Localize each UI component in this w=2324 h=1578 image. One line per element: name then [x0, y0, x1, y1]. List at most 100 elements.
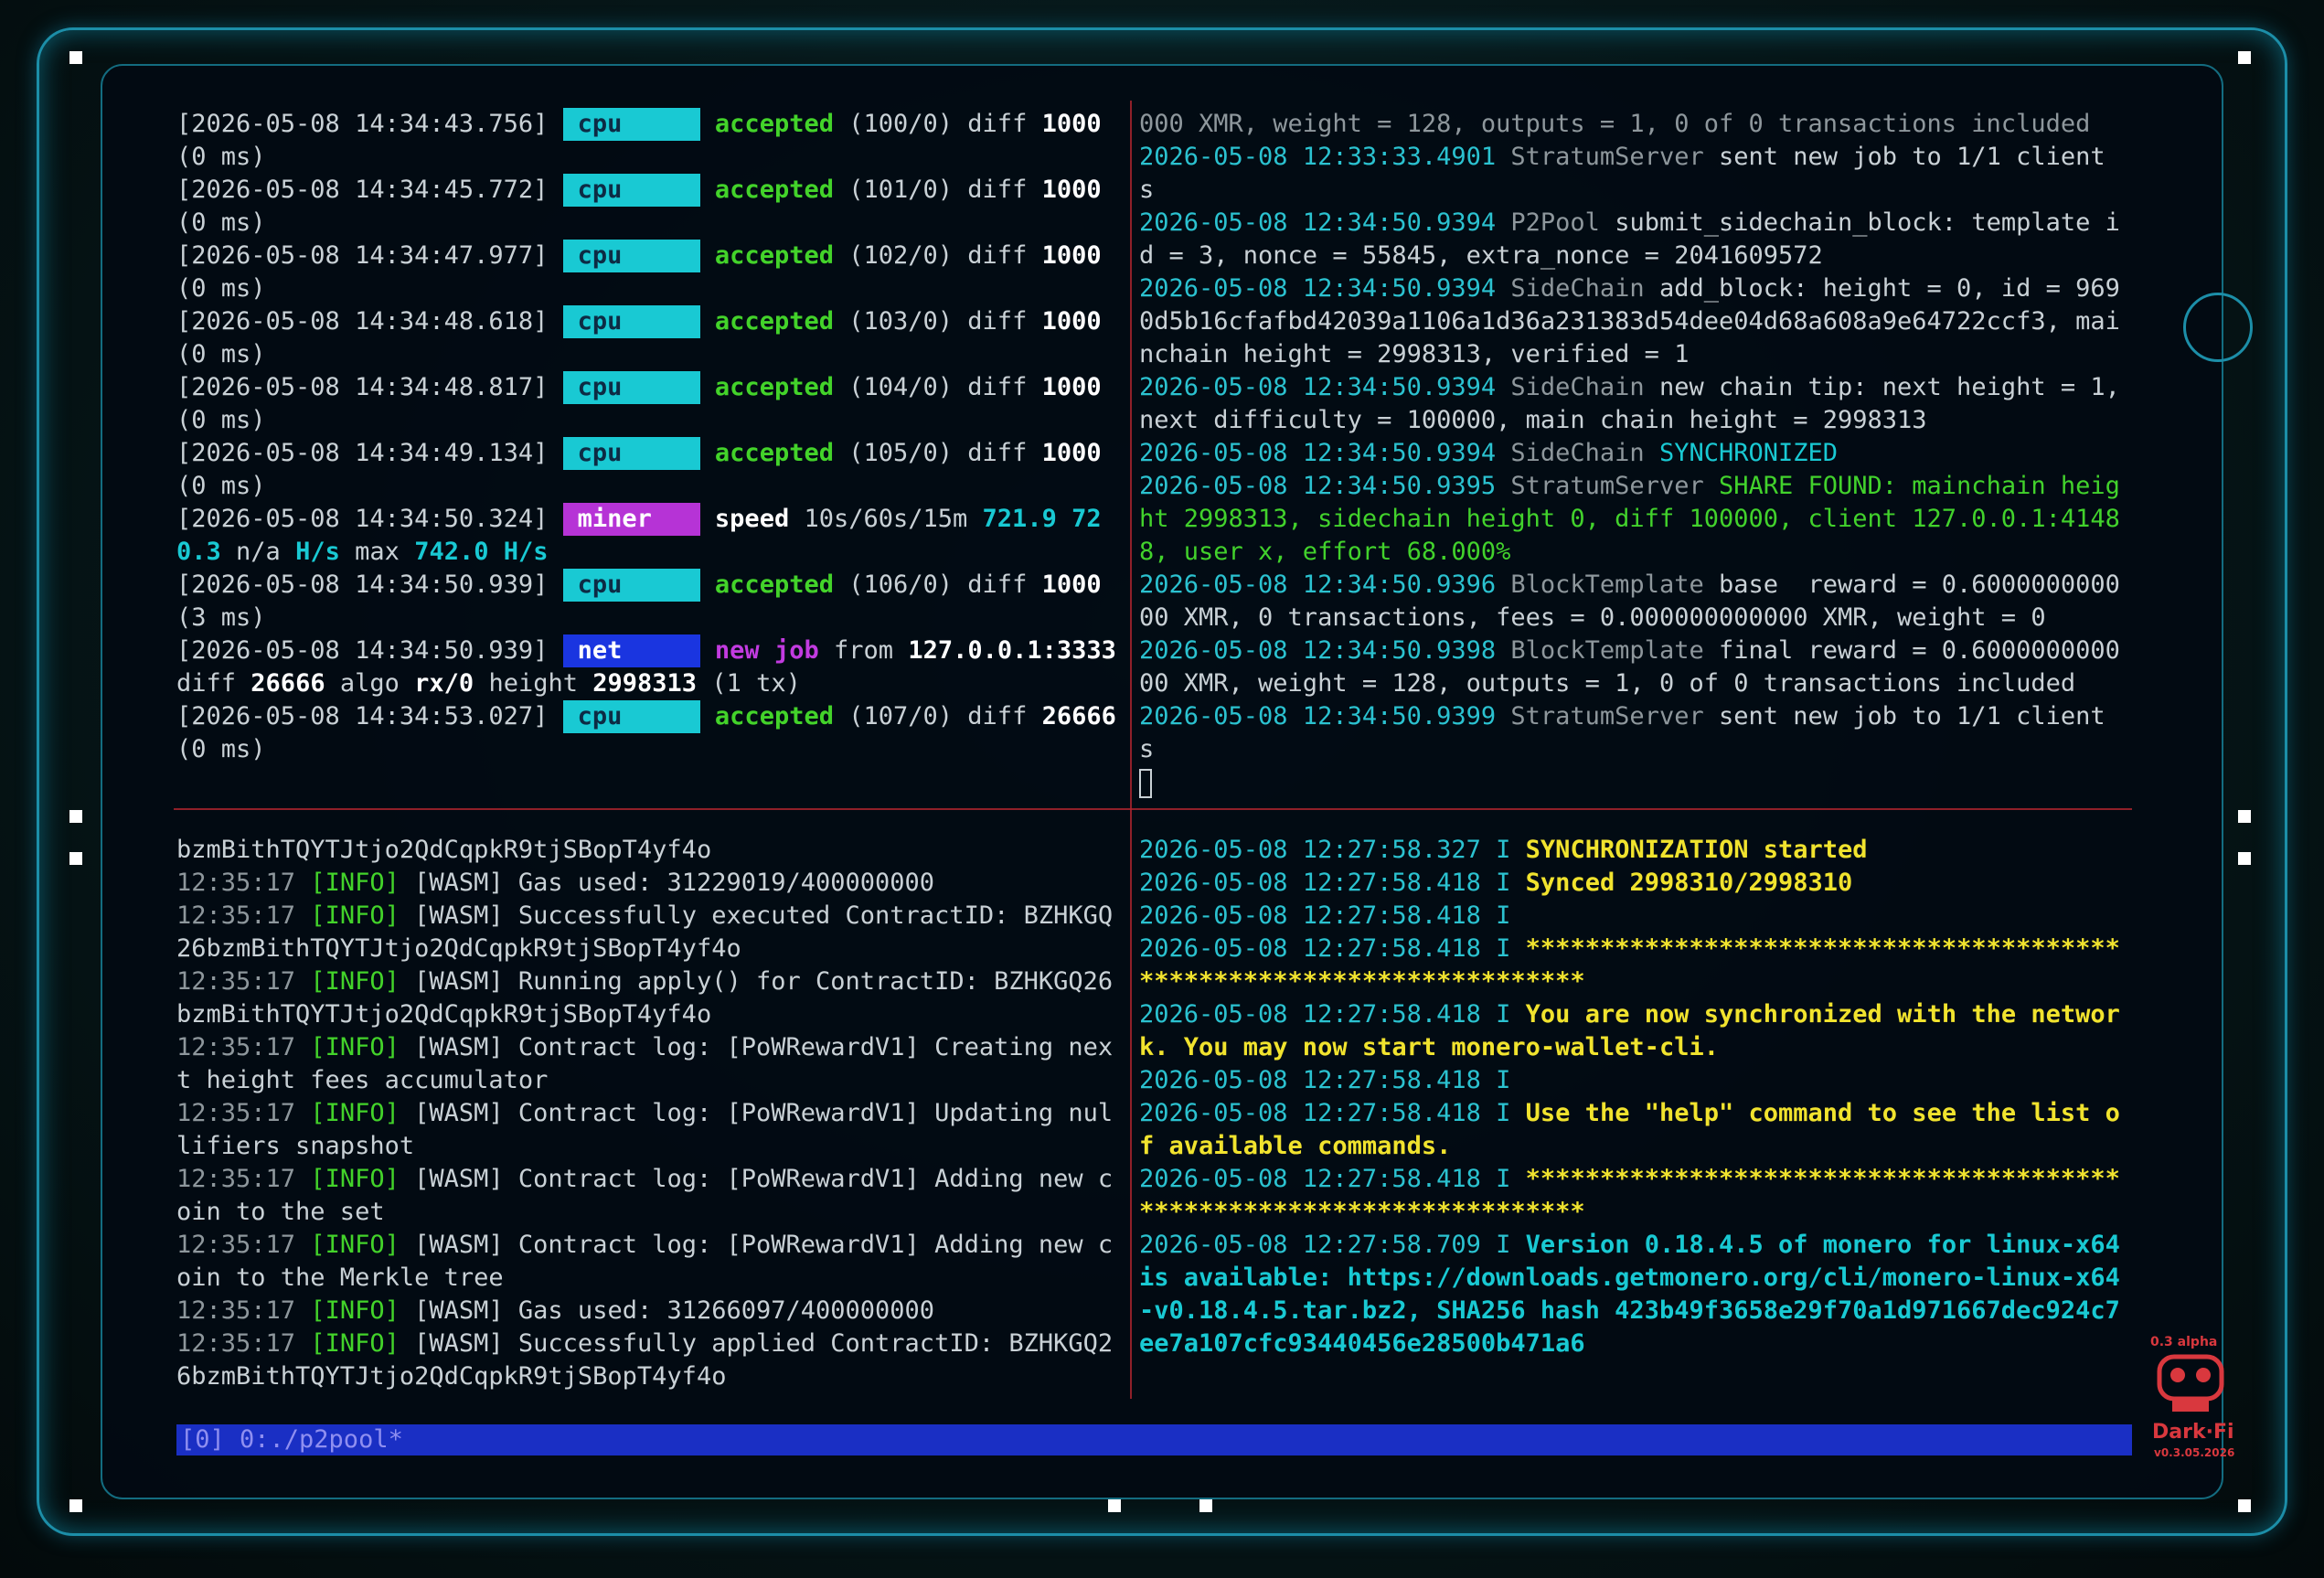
log-timestamp: 2026-05-08 12:27:58.418 [1139, 934, 1481, 963]
log-segment: StratumServer [1510, 143, 1719, 171]
speed-unit: H/s [295, 538, 340, 566]
diff-label: diff [967, 570, 1028, 599]
speed-value: n/a [236, 538, 281, 566]
terminal-cursor[interactable] [1139, 768, 1152, 798]
emblem-icon [2183, 293, 2253, 362]
log-segment: SYNCHRONIZED [1658, 439, 1839, 467]
log-line: [2026-05-08 14:34:47.977] cpu accepted (… [176, 240, 1127, 305]
log-segment: BlockTemplate [1510, 636, 1719, 665]
log-timestamp: 2026-05-08 12:27:58.709 [1139, 1231, 1481, 1259]
window-list[interactable]: [0] 0:./p2pool* [180, 1425, 403, 1454]
diff-value: 1000 [1041, 439, 1102, 467]
log-segment: 2026-05-08 12:34:50.9394 [1139, 208, 1511, 237]
log-segment: 2026-05-08 12:34:50.9395 [1139, 472, 1511, 500]
log-level: I [1496, 901, 1511, 930]
log-level: [INFO] [310, 901, 400, 930]
height-label: height [488, 669, 578, 698]
log-segment: 2026-05-08 12:33:33.4901 [1139, 143, 1511, 171]
diff-value: 1000 [1041, 373, 1102, 401]
corner-marker [1108, 1499, 1121, 1512]
log-line: s [1139, 733, 2132, 766]
log-line: [2026-05-08 14:34:45.772] cpu accepted (… [176, 174, 1127, 240]
log-line: 2026-05-08 12:27:58.418 I [1139, 1064, 2132, 1097]
log-line: 2026-05-08 12:34:50.9394 P2Pool submit_s… [1139, 207, 2132, 272]
log-timestamp: [2026-05-08 14:34:49.134] [176, 439, 549, 467]
speed-value: 721.9 [982, 505, 1057, 533]
log-segment: StratumServer [1510, 702, 1719, 730]
log-line: 2026-05-08 12:27:58.418 I Synced 2998310… [1139, 867, 2132, 900]
pane-xmrig-log[interactable]: [2026-05-08 14:34:43.756] cpu accepted (… [176, 108, 1127, 806]
log-segment: s [1139, 176, 1155, 204]
accepted-label: accepted [714, 307, 834, 336]
log-line: 2026-05-08 12:34:50.9395 StratumServer S… [1139, 470, 2132, 569]
log-segment: 2026-05-08 12:34:50.9396 [1139, 570, 1511, 599]
log-level: I [1496, 1000, 1511, 1029]
log-line: [2026-05-08 14:34:50.939] cpu accepted (… [176, 569, 1127, 634]
log-tag-cpu: cpu [562, 305, 700, 338]
log-segment: 2026-05-08 12:34:50.9398 [1139, 636, 1511, 665]
log-line: 12:35:17 [INFO] [WASM] Successfully appl… [176, 1327, 1127, 1391]
log-level: [INFO] [310, 869, 400, 897]
speed-label: speed [714, 505, 790, 533]
diff-value: 1000 [1041, 176, 1102, 204]
logo-brand: Dark·Fi [2152, 1421, 2234, 1444]
log-message: SYNCHRONIZATION started [1525, 836, 1868, 864]
corner-marker [69, 810, 82, 823]
log-tag-cpu: cpu [562, 569, 700, 602]
log-time: 12:35:17 [176, 1231, 296, 1259]
log-tag-cpu: cpu [562, 108, 700, 141]
log-segment: sent new job to 1/1 client [1718, 143, 2105, 171]
log-level: [INFO] [310, 1099, 400, 1127]
latency: (3 ms) [176, 603, 266, 632]
log-tag-cpu: cpu [562, 437, 700, 470]
log-segment: 000 XMR, weight = 128, outputs = 1, 0 of… [1139, 110, 2091, 138]
pane-p2pool-log[interactable]: 000 XMR, weight = 128, outputs = 1, 0 of… [1139, 108, 2132, 806]
log-line: 2026-05-08 12:27:58.418 I You are now sy… [1139, 998, 2132, 1064]
diff-value: 1000 [1041, 570, 1102, 599]
diff-label: diff [967, 439, 1028, 467]
skull-icon [2157, 1354, 2224, 1412]
logo-version-top: 0.3 alpha [2150, 1335, 2218, 1349]
pane-darkfid-log[interactable]: bzmBithTQYTJtjo2QdCqpkR9tjSBopT4yf4o 12:3… [176, 834, 1127, 1391]
log-line: 2026-05-08 12:27:58.327 I SYNCHRONIZATIO… [1139, 834, 2132, 867]
log-level: I [1496, 1099, 1511, 1127]
diff-label: diff [967, 110, 1028, 138]
pane-divider-vertical[interactable] [1130, 101, 1132, 1399]
diff-label: diff [176, 669, 237, 698]
log-tag-miner: miner [562, 503, 700, 536]
diff-label: diff [967, 241, 1028, 270]
log-time: 12:35:17 [176, 1296, 296, 1325]
log-level: [INFO] [310, 1165, 400, 1193]
corner-marker [2238, 852, 2251, 865]
log-level: I [1496, 836, 1511, 864]
darkfi-logo: 0.3 alpha Dark·Fi v0.3.05.2026 [2150, 1335, 2238, 1463]
max-value: 742.0 H/s [414, 538, 549, 566]
share-count: (103/0) [848, 307, 954, 336]
tmux-status-bar[interactable]: [0] 0:./p2pool* [176, 1424, 2132, 1455]
corner-marker [2238, 1499, 2251, 1512]
log-timestamp: 2026-05-08 12:27:58.418 [1139, 1165, 1481, 1193]
pane-divider-horizontal[interactable] [174, 808, 2132, 810]
log-level: [INFO] [310, 1231, 400, 1259]
log-message: [WASM] Gas used: 31229019/400000000 [414, 869, 935, 897]
log-time: 12:35:17 [176, 1165, 296, 1193]
speed-windows: 10s/60s/15m [804, 505, 968, 533]
accepted-label: accepted [714, 570, 834, 599]
log-segment: s [1139, 735, 1155, 763]
diff-label: diff [967, 702, 1028, 730]
log-timestamp: [2026-05-08 14:34:50.324] [176, 505, 549, 533]
log-line: [2026-05-08 14:34:43.756] cpu accepted (… [176, 108, 1127, 174]
log-line: s [1139, 174, 2132, 207]
log-level: [INFO] [310, 1296, 400, 1325]
pane-monerod-log[interactable]: 2026-05-08 12:27:58.327 I SYNCHRONIZATIO… [1139, 834, 2132, 1391]
share-count: (102/0) [848, 241, 954, 270]
log-line: 2026-05-08 12:27:58.418 I **************… [1139, 933, 2132, 998]
latency: (0 ms) [176, 472, 266, 500]
height-value: 2998313 [592, 669, 698, 698]
log-segment: 2026-05-08 12:34:50.9394 [1139, 439, 1511, 467]
log-line: 2026-05-08 12:27:58.418 I [1139, 900, 2132, 933]
log-line: 12:35:17 [INFO] [WASM] Contract log: [Po… [176, 1031, 1127, 1097]
corner-marker [1199, 1499, 1212, 1512]
log-level: I [1496, 1066, 1511, 1094]
algo-value: rx/0 [414, 669, 474, 698]
